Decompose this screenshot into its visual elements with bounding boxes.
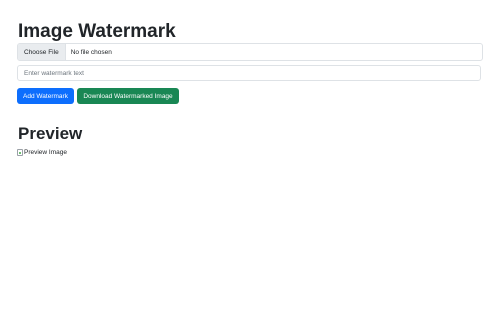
page-title: Image Watermark	[18, 21, 176, 42]
file-input[interactable]: Choose File No file chosen	[17, 43, 483, 61]
preview-heading: Preview	[18, 124, 83, 143]
download-watermarked-image-button[interactable]: Download Watermarked Image	[77, 88, 179, 104]
preview-image: Preview Image	[17, 149, 67, 156]
broken-image-icon	[17, 149, 23, 156]
choose-file-button[interactable]: Choose File	[18, 44, 66, 60]
preview-image-alt-text: Preview Image	[24, 149, 67, 156]
file-status-text: No file chosen	[70, 48, 112, 56]
page-container: Image Watermark Choose File No file chos…	[0, 0, 500, 333]
add-watermark-button[interactable]: Add Watermark	[17, 88, 74, 104]
watermark-text-input[interactable]	[17, 65, 481, 81]
